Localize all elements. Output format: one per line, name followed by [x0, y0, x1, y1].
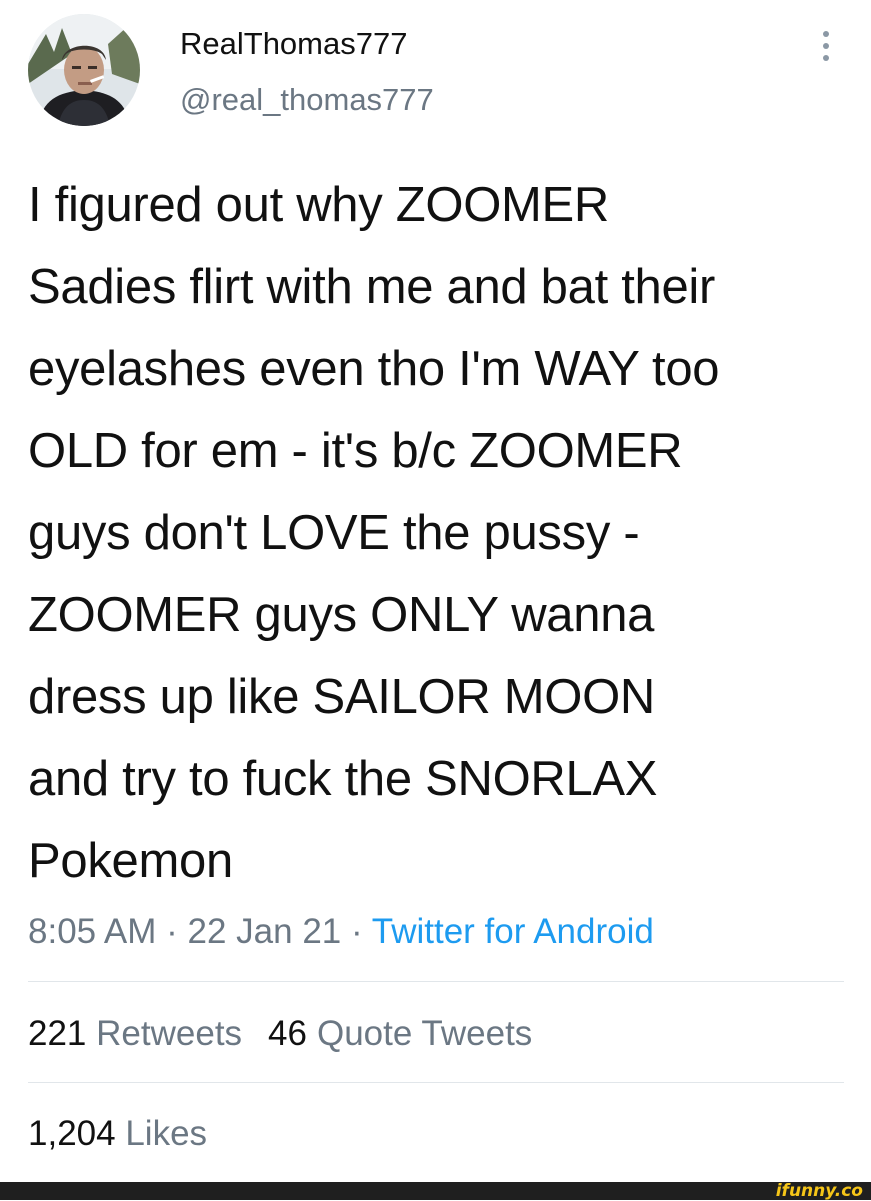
ifunny-watermark: ifunny.co: [775, 1181, 863, 1201]
more-vertical-icon: [823, 31, 829, 37]
quote-tweets-count: 46: [268, 1014, 307, 1053]
more-vertical-icon-dot: [823, 43, 829, 49]
tweet-card: RealThomas777 @real_thomas777 I figured …: [0, 0, 871, 1201]
likes-count: 1,204: [28, 1114, 116, 1153]
engagement-stats: 221 Retweets 46 Quote Tweets: [28, 1008, 532, 1060]
quote-tweets-stat[interactable]: 46 Quote Tweets: [268, 1008, 532, 1060]
tweet-text: I figured out why ZOOMER Sadies flirt wi…: [28, 164, 848, 902]
tweet-text-line: ZOOMER guys ONLY wanna: [28, 588, 655, 642]
retweets-label: Retweets: [96, 1014, 243, 1053]
more-options-button[interactable]: [812, 26, 840, 66]
tweet-text-line: Sadies flirt with me and bat their: [28, 260, 716, 314]
display-name[interactable]: RealThomas777: [180, 26, 407, 62]
tweet-text-line: I figured out why ZOOMER: [28, 178, 609, 232]
meta-separator: ·: [341, 912, 372, 951]
tweet-text-line: dress up like SAILOR MOON: [28, 670, 655, 724]
meta-separator: ·: [156, 912, 188, 951]
tweet-source-link[interactable]: Twitter for Android: [372, 912, 654, 951]
tweet-date[interactable]: 22 Jan 21: [188, 912, 342, 951]
more-vertical-icon-dot: [823, 55, 829, 61]
tweet-time[interactable]: 8:05 AM: [28, 912, 156, 951]
avatar[interactable]: [28, 14, 140, 126]
divider: [28, 1082, 844, 1083]
quote-tweets-label: Quote Tweets: [316, 1014, 533, 1053]
tweet-text-line: eyelashes even tho I'm WAY too: [28, 342, 720, 396]
tweet-text-line: and try to fuck the SNORLAX: [28, 752, 658, 806]
user-handle[interactable]: @real_thomas777: [180, 82, 434, 118]
tweet-meta: 8:05 AM · 22 Jan 21 · Twitter for Androi…: [28, 906, 654, 958]
tweet-text-line: OLD for em - it's b/c ZOOMER: [28, 424, 683, 478]
divider: [28, 981, 844, 982]
avatar-photo-icon: [28, 14, 140, 126]
tweet-text-line: Pokemon: [28, 834, 233, 888]
likes-label: Likes: [125, 1114, 208, 1153]
tweet-text-line: guys don't LOVE the pussy -: [28, 506, 640, 560]
retweets-count: 221: [28, 1014, 87, 1053]
watermark-bar: ifunny.co: [0, 1181, 871, 1201]
likes-stats: 1,204 Likes: [28, 1108, 207, 1160]
likes-stat[interactable]: 1,204 Likes: [28, 1108, 207, 1160]
retweets-stat[interactable]: 221 Retweets: [28, 1008, 242, 1060]
